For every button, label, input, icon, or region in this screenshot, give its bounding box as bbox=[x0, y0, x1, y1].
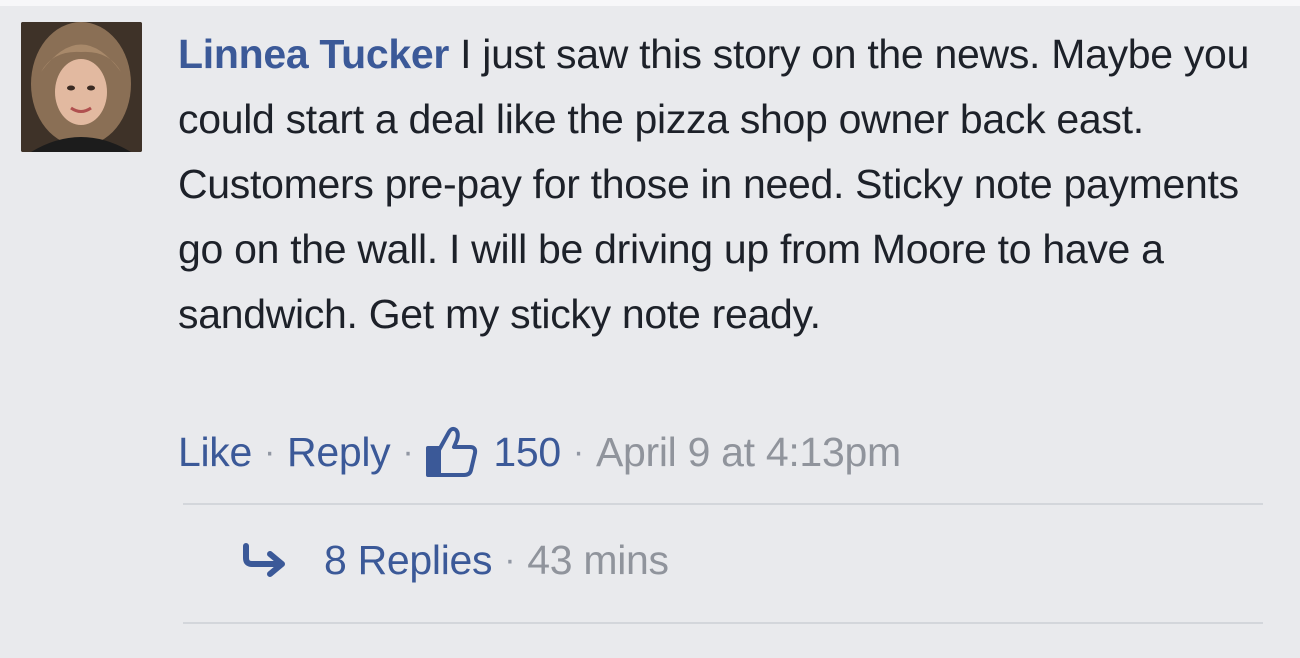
reply-arrow-icon bbox=[240, 540, 288, 580]
comment-actions: Like · Reply · 150 · April 9 at 4:13pm bbox=[178, 420, 901, 484]
view-replies-link[interactable]: 8 Replies bbox=[324, 537, 493, 584]
like-count-link[interactable]: 150 bbox=[425, 426, 561, 478]
like-link[interactable]: Like bbox=[178, 429, 252, 476]
replies-row: 8 Replies · 43 mins bbox=[240, 528, 669, 592]
comment-body: Linnea Tucker I just saw this story on t… bbox=[178, 22, 1258, 347]
like-count: 150 bbox=[493, 428, 561, 475]
comment-timestamp[interactable]: April 9 at 4:13pm bbox=[596, 429, 901, 476]
separator: · bbox=[572, 432, 584, 471]
thumbs-up-icon bbox=[426, 426, 478, 477]
separator: · bbox=[504, 540, 516, 579]
replies-time: 43 mins bbox=[527, 536, 669, 583]
separator: · bbox=[402, 432, 414, 471]
author-name[interactable]: Linnea Tucker bbox=[178, 31, 449, 77]
reply-link[interactable]: Reply bbox=[287, 429, 391, 476]
avatar[interactable] bbox=[21, 22, 142, 152]
divider bbox=[183, 503, 1263, 505]
separator: · bbox=[264, 432, 276, 471]
divider bbox=[183, 622, 1263, 624]
comment: Linnea Tucker I just saw this story on t… bbox=[0, 0, 1300, 658]
